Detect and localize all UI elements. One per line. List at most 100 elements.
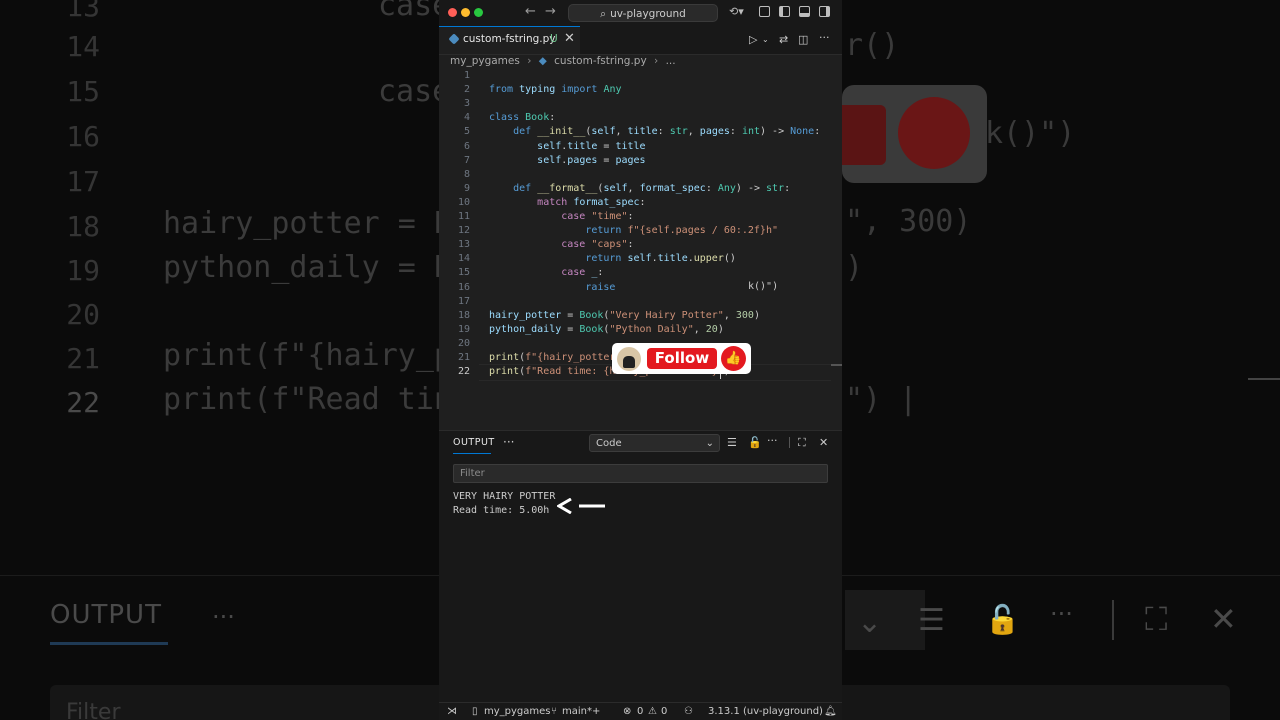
code-line[interactable]: def __init__(self, title: str, pages: in… [489, 126, 820, 137]
split-editor-icon[interactable]: ◫ [798, 33, 808, 46]
status-errors[interactable]: 0 [637, 706, 643, 717]
bg-code-line: python_daily = B [163, 250, 452, 285]
branch-icon: ⑂ [551, 706, 557, 717]
code-line[interactable]: self.pages = pages [489, 155, 645, 166]
breadcrumb-folder[interactable]: my_pygames [450, 55, 520, 67]
line-number: 2 [463, 84, 470, 95]
code-line[interactable]: class Book: [489, 112, 555, 123]
status-python-interpreter[interactable]: 3.13.1 (uv-playground) [708, 706, 823, 717]
python-file-icon [448, 33, 460, 45]
bg-line-number: 17 [66, 165, 100, 198]
panel-more-actions-icon[interactable]: ··· [767, 434, 778, 447]
toggle-sidebar-icon[interactable] [779, 6, 790, 17]
output-channel-value: Code [596, 438, 622, 449]
line-number: 12 [457, 225, 470, 236]
compare-changes-icon[interactable]: ⇄ [779, 33, 788, 46]
line-number: 5 [463, 126, 470, 137]
thumbs-up-icon[interactable]: 👍 [721, 346, 746, 371]
lock-scroll-icon[interactable]: 🔓 [748, 436, 762, 449]
bg-code-right: ) [845, 250, 864, 285]
code-line[interactable]: self.title = title [489, 141, 645, 152]
chevron-right-icon: › [527, 55, 532, 67]
copilot-status-icon[interactable]: ⚇ [684, 706, 693, 717]
bg-follow-button [842, 105, 886, 165]
minimize-window-button[interactable] [461, 8, 470, 17]
breadcrumb-file[interactable]: custom-fstring.py [554, 55, 647, 67]
bg-clear-icon: ☰ [918, 603, 945, 638]
bg-line-number: 15 [66, 75, 100, 108]
close-tab-icon[interactable]: ✕ [564, 31, 575, 46]
bg-code-line: hairy_potter = B [163, 206, 452, 241]
panel-separator [789, 437, 790, 448]
code-line-16-tail: k()") [748, 281, 779, 292]
line-number: 4 [463, 112, 470, 123]
code-editor[interactable]: 1 2 3 4 5 6 7 8 9 10 11 12 13 14 15 16 17 18 19 20 21 22 from… [439, 70, 842, 430]
status-bar: ⋊ ▯ my_pygames ⑂ main*+ ⊗ 0 ⚠ 0 ⚇ 3.13.1… [439, 702, 842, 720]
tab-custom-fstring[interactable]: custom-fstring.py U ✕ [439, 26, 580, 54]
bg-code-right: ") | [845, 382, 918, 417]
line-number: 9 [463, 183, 470, 194]
zoom-window-button[interactable] [474, 8, 483, 17]
bg-lock-icon: 🔓 [985, 603, 1020, 636]
output-filter-input[interactable]: Filter [453, 464, 828, 483]
toggle-panel-icon[interactable] [799, 6, 810, 17]
follow-button[interactable]: Follow [647, 348, 717, 369]
panel-more-icon[interactable]: ··· [503, 435, 514, 449]
output-channel-select[interactable]: Code ⌄ [589, 434, 720, 452]
code-line[interactable]: case _: [489, 267, 603, 278]
line-number: 22 [457, 366, 470, 377]
clear-output-icon[interactable]: ☰ [727, 436, 737, 449]
notifications-bell-icon[interactable]: 🔔︎ [824, 706, 837, 717]
command-center-search[interactable]: ⌕ uv-playground [568, 4, 718, 22]
status-workspace[interactable]: my_pygames [484, 706, 551, 717]
remote-icon[interactable]: ⋊ [447, 706, 457, 717]
bg-maximize-icon: ⛶ [1145, 600, 1168, 638]
code-line[interactable]: match format_spec: [489, 197, 645, 208]
panel-tab-underline [453, 453, 491, 454]
bg-separator [1112, 600, 1114, 640]
copilot-icon[interactable]: ⟲▾ [729, 5, 744, 18]
bg-close-icon: ✕ [1210, 600, 1237, 638]
line-number: 15 [457, 267, 470, 278]
code-line[interactable]: def __format__(self, format_spec: Any) -… [489, 183, 790, 194]
chevron-down-icon: ⌄ [705, 438, 714, 449]
line-number: 16 [457, 282, 470, 293]
bg-more-icon: ··· [1050, 600, 1073, 628]
close-window-button[interactable] [448, 8, 457, 17]
maximize-panel-icon[interactable]: ⛶ [798, 436, 806, 450]
code-line[interactable]: raise [489, 282, 615, 293]
back-arrow-icon[interactable]: ← [525, 4, 536, 19]
code-line[interactable]: case "time": [489, 211, 633, 222]
code-line[interactable]: return f"{self.pages / 60:.2f}h" [489, 225, 778, 236]
follow-overlay[interactable]: Follow 👍 [612, 343, 751, 374]
close-panel-icon[interactable]: ✕ [819, 436, 828, 449]
arrow-left-icon [557, 498, 605, 514]
output-panel: OUTPUT ··· Code ⌄ ☰ 🔓 ··· ⛶ ✕ Filter VER… [439, 430, 842, 703]
line-number: 21 [457, 352, 470, 363]
code-line[interactable]: python_daily = Book("Python Daily", 20) [489, 324, 724, 335]
bg-line-number: 14 [66, 30, 100, 63]
run-python-icon[interactable]: ▷ [749, 33, 757, 46]
code-line[interactable]: from typing import Any [489, 84, 622, 95]
status-branch[interactable]: main*+ [562, 706, 600, 717]
status-warnings[interactable]: 0 [661, 706, 667, 717]
code-line[interactable]: hairy_potter = Book("Very Hairy Potter",… [489, 310, 760, 321]
layout-icon[interactable] [759, 6, 770, 17]
bg-code-right: r() [845, 28, 900, 63]
breadcrumb-more[interactable]: ... [666, 55, 676, 67]
avatar [617, 347, 641, 371]
bg-line-number: 19 [66, 254, 100, 287]
code-line[interactable]: case "caps": [489, 239, 633, 250]
bg-code-line: print(f"Read tin [163, 382, 452, 417]
line-number: 13 [457, 239, 470, 250]
search-icon: ⌕ [600, 8, 607, 20]
toggle-secondary-sidebar-icon[interactable] [819, 6, 830, 17]
line-number: 7 [463, 155, 470, 166]
more-actions-icon[interactable]: ··· [819, 31, 830, 44]
bg-scroll-mark [1248, 378, 1280, 380]
line-number: 11 [457, 211, 470, 222]
forward-arrow-icon[interactable]: → [545, 4, 556, 19]
panel-tab-output[interactable]: OUTPUT [453, 437, 495, 448]
run-dropdown-chevron-icon[interactable]: ⌄ [762, 35, 769, 44]
code-line[interactable]: return self.title.upper() [489, 253, 736, 264]
